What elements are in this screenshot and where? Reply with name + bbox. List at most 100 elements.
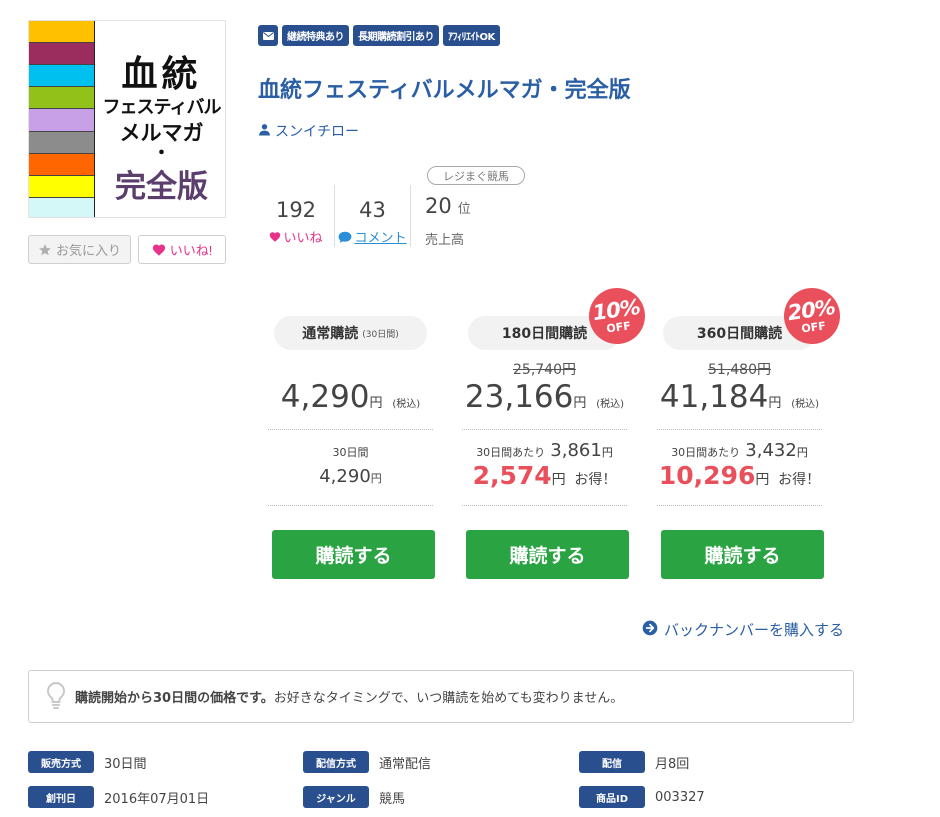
plan-per-30-days: 30日間あたり 3,432円 10,296円 お得！ <box>657 430 822 506</box>
like-button[interactable]: いいね! <box>138 235 226 264</box>
per-value: 4,290円 <box>268 466 433 487</box>
plan-period-note: (30日間) <box>362 329 399 340</box>
plan-price-area: 25,740円 23,166円 (税込) <box>462 350 627 430</box>
plan-name: 180日間購読 <box>501 326 588 342</box>
meta-value: 通常配信 <box>379 756 432 772</box>
meta-key: 配信方式 <box>303 751 369 773</box>
subscribe-button-normal[interactable]: 購読する <box>272 530 435 579</box>
tax-note: (税込) <box>392 399 421 410</box>
cover-stripe <box>29 21 94 44</box>
tax-note: (税込) <box>791 399 820 410</box>
plan-180-days: 180日間購読 10% OFF 25,740円 23,166円 (税込) 30日… <box>462 284 649 579</box>
plan-price-value: 23,166 <box>464 379 574 415</box>
favorite-button[interactable]: お気に入り <box>28 235 131 264</box>
cover-stripe <box>29 197 94 217</box>
per-line: 30日間あたり 3,861円 <box>462 440 627 461</box>
meta-founded: 創刊日 2016年07月01日 <box>28 786 209 808</box>
plan-original-price <box>268 350 433 379</box>
per-label: 30日間あたり <box>671 446 741 459</box>
heart-icon <box>270 232 281 242</box>
meta-key: ジャンル <box>303 786 369 808</box>
meta-delivery: 配信 月8回 <box>579 751 689 773</box>
stats-bar: 192 いいね 43 コメント 20 位 売上高 <box>258 185 502 248</box>
meta-value: 003327 <box>655 789 705 805</box>
rank-label: 売上高 <box>425 233 465 248</box>
subscribe-button-180-days[interactable]: 購読する <box>466 530 629 579</box>
plan-normal: 通常購読 (30日間) 4,290円 (税込) 30日間 4,290円 購読する <box>268 316 435 579</box>
meta-key: 創刊日 <box>28 786 94 808</box>
page-title: 血統フェスティバルメルマガ・完全版 <box>258 78 631 103</box>
plan-original-price: 25,740円 <box>513 362 576 378</box>
arrow-circle-right-icon <box>642 620 658 640</box>
badge-long-term-discount: 長期購読割引あり <box>353 25 439 46</box>
deal-label: お得！ <box>778 472 821 488</box>
discount-percent: 20% <box>786 294 837 325</box>
meta-value: 月8回 <box>655 756 690 772</box>
cover-title-line: 完全版 <box>115 169 208 205</box>
rank-stat: 20 位 売上高 <box>410 185 502 248</box>
favorite-label: お気に入り <box>55 243 121 258</box>
plan-price: 23,166円 (税込) <box>462 379 627 423</box>
badge-continuation-bonus: 継続特典あり <box>282 25 349 46</box>
cover-stripe <box>29 153 94 176</box>
plan-name: 360日間購読 <box>696 326 783 342</box>
subscribe-button-360-days[interactable]: 購読する <box>661 530 824 579</box>
backnumber-text: バックナンバーを購入する <box>664 621 845 639</box>
yen-unit: 円 <box>755 472 770 488</box>
cover-stripe <box>29 109 94 132</box>
plan-price-value: 41,184 <box>659 379 769 415</box>
yen-unit: 円 <box>573 396 587 411</box>
per-number: 4,290 <box>319 466 371 487</box>
cover-stripes <box>29 21 95 217</box>
user-icon <box>258 123 271 140</box>
likes-text: いいね <box>283 231 323 246</box>
notice-bold: 購読開始から30日間の価格です。 <box>75 691 274 706</box>
badge-affiliate-ok: ｱﾌｨﾘｴｲﾄOK <box>443 25 500 46</box>
yen-unit: 円 <box>796 446 808 459</box>
plan-name: 通常購読 <box>302 326 359 342</box>
per-label: 30日間あたり <box>476 446 546 459</box>
rank-unit: 位 <box>457 202 471 217</box>
notice-rest: お好きなタイミングで、いつ購読を始めても変わりません。 <box>273 691 624 706</box>
per-line: 30日間あたり 3,432円 <box>657 440 822 461</box>
plan-360-days: 360日間購読 20% OFF 51,480円 41,184円 (税込) 30日… <box>657 284 844 579</box>
savings-value: 2,574 <box>472 461 552 490</box>
rank-category-tag: レジまぐ競馬 <box>427 166 525 185</box>
author-link[interactable]: スンイチロー <box>258 121 359 141</box>
author-name: スンイチロー <box>275 124 359 140</box>
magazine-cover: 血統 フェスティバル メルマガ ・ 完全版 <box>28 20 226 218</box>
deal-label: お得！ <box>574 472 617 488</box>
plan-price-area: 4,290円 (税込) <box>268 350 433 430</box>
discount-off: OFF <box>800 318 827 336</box>
plan-original-price: 51,480円 <box>708 362 771 378</box>
cover-stripe <box>29 43 94 66</box>
likes-stat: 192 いいね <box>258 185 334 247</box>
meta-product-id: 商品ID 003327 <box>579 786 705 808</box>
meta-key: 販売方式 <box>28 751 94 773</box>
lightbulb-icon <box>45 681 67 713</box>
comments-text: コメント <box>354 231 407 246</box>
comments-link[interactable]: コメント <box>335 227 410 246</box>
yen-unit: 円 <box>551 472 566 488</box>
mail-icon <box>258 25 278 46</box>
savings-value: 10,296 <box>658 461 756 490</box>
feature-badges: 継続特典あり 長期購読割引あり ｱﾌｨﾘｴｲﾄOK <box>258 25 500 46</box>
meta-delivery-method: 配信方式 通常配信 <box>303 751 431 773</box>
notice-text: 購読開始から30日間の価格です。お好きなタイミングで、いつ購読を始めても変わりま… <box>75 687 623 706</box>
plan-price: 4,290円 (税込) <box>268 379 433 423</box>
likes-count: 192 <box>275 198 317 222</box>
tax-note: (税込) <box>596 399 625 410</box>
plan-per-30-days: 30日間 4,290円 <box>268 430 433 506</box>
plan-savings: 10,296円 お得！ <box>657 461 822 495</box>
per-label: 30日間 <box>332 446 369 459</box>
plan-price-area: 51,480円 41,184円 (税込) <box>657 350 822 430</box>
star-icon <box>38 243 52 257</box>
plan-price-value: 4,290 <box>280 379 370 415</box>
plan-name-pill: 通常購読 (30日間) <box>274 316 427 350</box>
discount-percent: 10% <box>591 294 642 325</box>
discount-off: OFF <box>605 318 632 336</box>
per-number: 3,432 <box>745 440 797 461</box>
plan-per-30-days: 30日間あたり 3,861円 2,574円 お得！ <box>462 430 627 506</box>
backnumber-link[interactable]: バックナンバーを購入する <box>642 619 844 640</box>
cover-stripe <box>29 87 94 110</box>
